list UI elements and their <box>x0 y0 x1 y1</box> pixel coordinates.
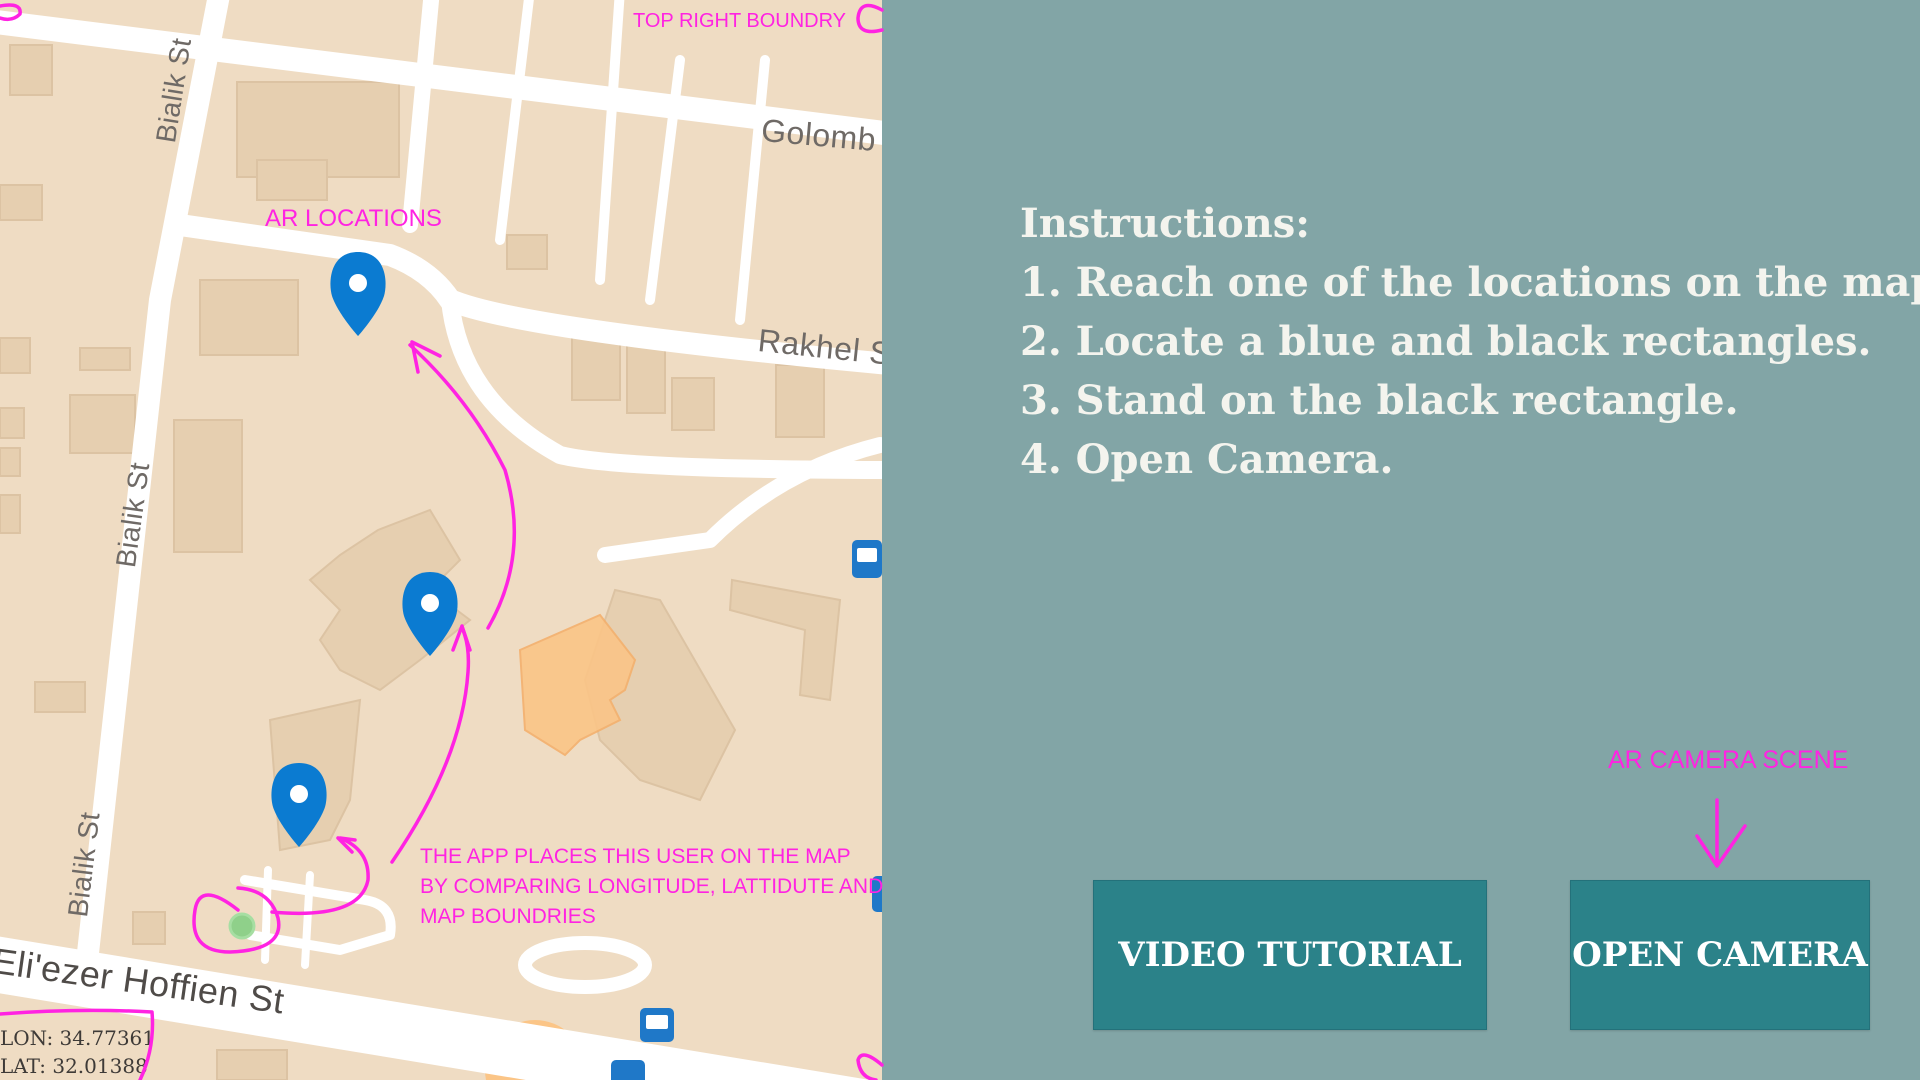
annotation-placement-line: BY COMPARING LONGITUDE, LATTIDUTE AND <box>420 875 884 898</box>
instructions-text: Instructions: 1. Reach one of the locati… <box>1020 194 1920 489</box>
open-camera-button[interactable]: OPEN CAMERA <box>1570 880 1870 1030</box>
instruction-step: 1. Reach one of the locations on the map… <box>1020 259 1920 306</box>
annotation-placement-note: THE APP PLACES THIS USER ON THE MAP BY C… <box>420 842 883 932</box>
longitude-value: LON: 34.77361 <box>0 1026 155 1050</box>
annotation-ar-locations: AR LOCATIONS <box>265 205 442 232</box>
annotation-placement-line: MAP BOUNDRIES <box>420 905 596 928</box>
instructions-title: Instructions: <box>1020 200 1311 247</box>
latitude-value: LAT: 32.01388 <box>0 1054 148 1078</box>
instruction-step: 2. Locate a blue and black rectangles. <box>1020 318 1872 365</box>
annotation-placement-line: THE APP PLACES THIS USER ON THE MAP <box>420 845 851 868</box>
annotation-ar-camera-scene: AR CAMERA SCENE <box>1608 746 1849 774</box>
video-tutorial-button[interactable]: VIDEO TUTORIAL <box>1093 880 1487 1030</box>
coordinates-readout: LON: 34.77361 LAT: 32.01388 <box>0 1024 155 1080</box>
annotation-top-right-boundary: TOP RIGHT BOUNDRY <box>633 10 847 32</box>
instruction-step: 3. Stand on the black rectangle. <box>1020 377 1739 424</box>
instruction-step: 4. Open Camera. <box>1020 436 1394 483</box>
user-location-marker <box>228 912 256 940</box>
